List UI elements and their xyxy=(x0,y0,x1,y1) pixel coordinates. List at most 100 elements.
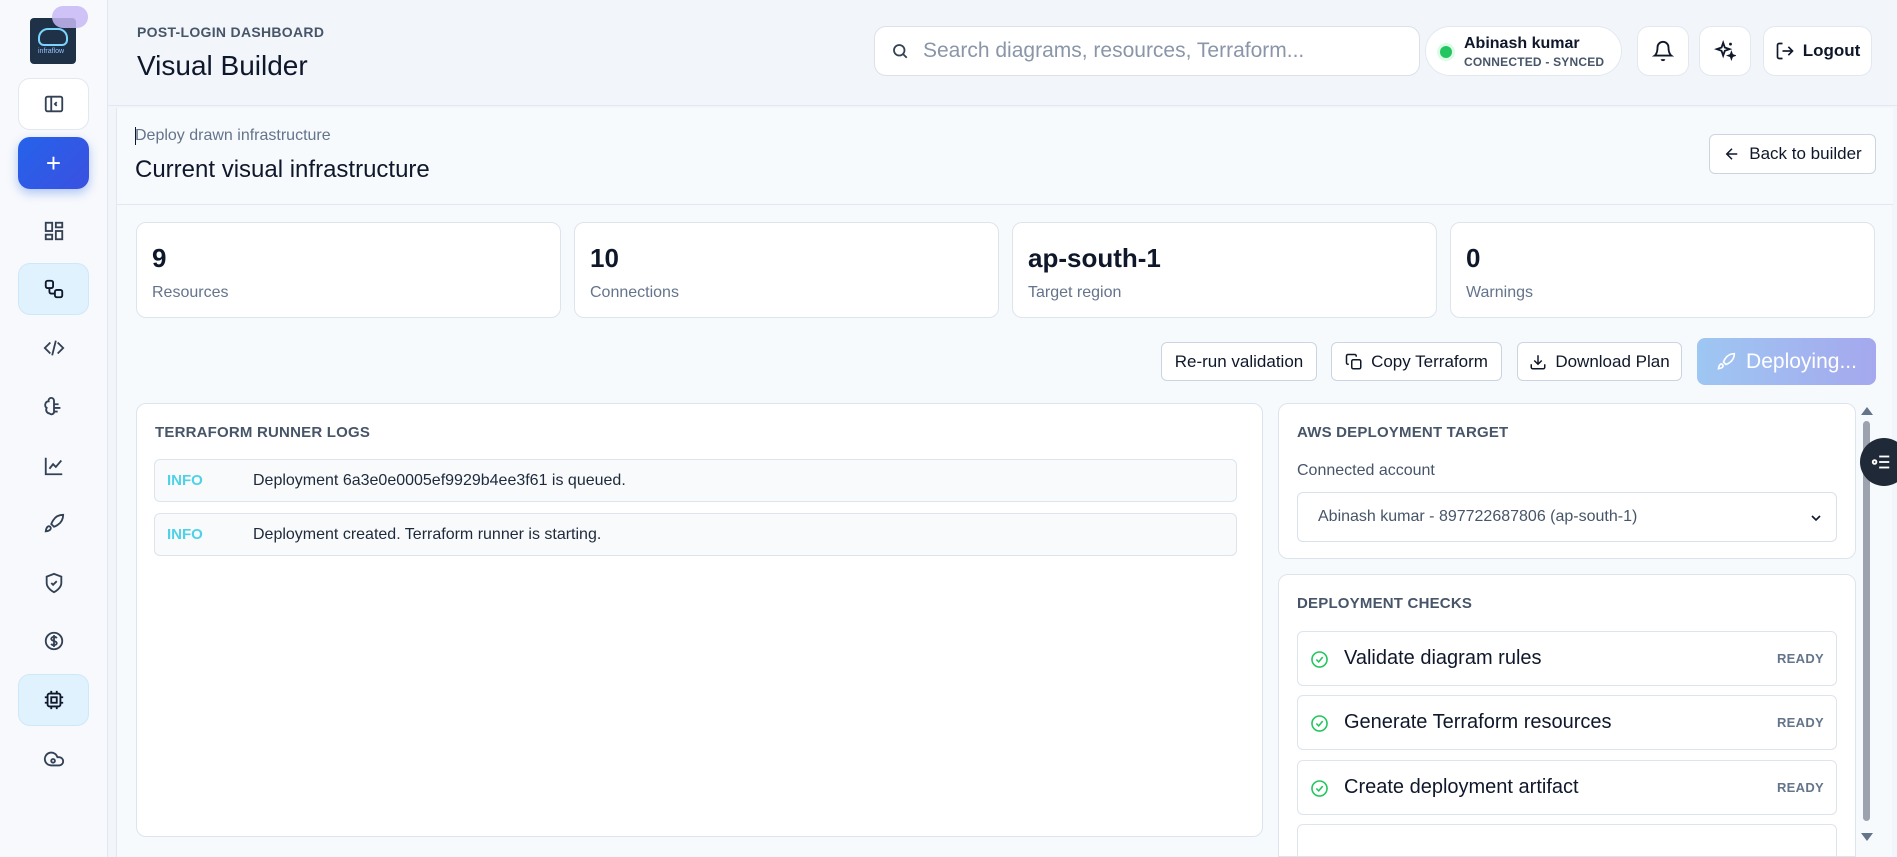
back-label: Back to builder xyxy=(1749,144,1862,163)
stat-value: 9 xyxy=(152,243,167,273)
log-message: Deployment created. Terraform runner is … xyxy=(253,526,602,543)
code-icon xyxy=(43,340,64,356)
copy-label: Copy Terraform xyxy=(1371,351,1488,371)
search-box[interactable] xyxy=(874,26,1420,76)
scroll-down-arrow[interactable] xyxy=(1861,833,1873,841)
sidebar-item-cloud-settings[interactable] xyxy=(18,733,89,785)
ai-assistant-button[interactable] xyxy=(1699,26,1751,76)
check-circle-icon xyxy=(1311,780,1328,797)
plus-icon: + xyxy=(45,148,62,178)
stat-card-connections: 10 Connections xyxy=(574,222,999,318)
stat-value: 0 xyxy=(1466,243,1481,273)
check-name: Generate Terraform resources xyxy=(1344,711,1612,733)
deploy-eyebrow: Deploy drawn infrastructure xyxy=(135,127,331,144)
checks-title: DEPLOYMENT CHECKS xyxy=(1297,595,1473,612)
stat-card-resources: 9 Resources xyxy=(136,222,561,318)
chevron-down-icon xyxy=(1811,515,1821,522)
arrow-left-icon xyxy=(1725,148,1738,160)
stat-value: ap-south-1 xyxy=(1028,243,1161,273)
rerun-label: Re-run validation xyxy=(1174,351,1304,371)
user-name: Abinash kumar xyxy=(1464,35,1580,52)
connection-status: CONNECTED - SYNCED xyxy=(1464,55,1605,69)
sidebar-item-deployments[interactable] xyxy=(18,674,89,726)
check-circle-icon xyxy=(1311,715,1328,732)
deploy-button[interactable]: Deploying... xyxy=(1697,338,1876,385)
top-header: POST-LOGIN DASHBOARD Visual Builder Abin… xyxy=(108,0,1897,106)
check-name: Validate diagram rules xyxy=(1344,647,1542,669)
check-circle-icon xyxy=(1311,651,1328,668)
log-level: INFO xyxy=(167,472,203,489)
check-status: READY xyxy=(1776,780,1824,795)
bell-icon xyxy=(1652,41,1674,62)
page-title: Visual Builder xyxy=(137,50,308,81)
check-name: Create deployment artifact xyxy=(1344,776,1579,798)
back-to-builder-button[interactable]: Back to builder xyxy=(1709,134,1876,174)
account-select[interactable]: Abinash kumar - 897722687806 (ap-south-1… xyxy=(1297,492,1837,542)
deploy-subheader: Deploy drawn infrastructure Current visu… xyxy=(117,108,1893,205)
panel-left-icon xyxy=(44,95,63,113)
sidebar-item-visual-builder[interactable] xyxy=(18,263,89,315)
workflow-icon xyxy=(44,279,63,299)
stat-card-region: ap-south-1 Target region xyxy=(1012,222,1437,318)
stat-card-warnings: 0 Warnings xyxy=(1450,222,1875,318)
brain-icon xyxy=(43,396,60,416)
cpu-icon xyxy=(44,690,63,710)
check-status: READY xyxy=(1776,715,1824,730)
deploy-panel: Deploy drawn infrastructure Current visu… xyxy=(116,108,1893,857)
connected-account-label: Connected account xyxy=(1297,462,1435,479)
check-item: Generate Terraform resources READY xyxy=(1297,695,1837,750)
logout-button[interactable]: Logout xyxy=(1763,26,1872,76)
list-settings-icon xyxy=(1871,455,1890,469)
download-plan-button[interactable]: Download Plan xyxy=(1517,342,1682,381)
aws-target-panel: AWS DEPLOYMENT TARGET Connected account … xyxy=(1278,403,1856,559)
copy-icon xyxy=(1345,353,1362,369)
rocket-icon xyxy=(44,513,64,533)
sparkles-icon xyxy=(1714,40,1736,62)
logo-badge xyxy=(52,6,88,28)
sidebar-item-analytics[interactable] xyxy=(18,440,89,492)
deploy-label: Deploying... xyxy=(1746,349,1857,373)
user-status-chip[interactable]: Abinash kumar CONNECTED - SYNCED xyxy=(1425,26,1622,76)
status-dot xyxy=(1440,46,1452,58)
grid-icon xyxy=(44,221,63,241)
deployment-checks-panel: DEPLOYMENT CHECKS Validate diagram rules… xyxy=(1278,574,1856,857)
account-select-value: Abinash kumar - 897722687806 (ap-south-1… xyxy=(1318,508,1638,525)
notifications-button[interactable] xyxy=(1637,26,1689,76)
check-item: Validate diagram rules READY xyxy=(1297,631,1837,686)
logs-title: TERRAFORM RUNNER LOGS xyxy=(155,424,371,441)
sidebar-item-security[interactable] xyxy=(18,557,89,609)
header-eyebrow: POST-LOGIN DASHBOARD xyxy=(137,24,325,40)
copy-terraform-button[interactable]: Copy Terraform xyxy=(1331,342,1502,381)
search-input[interactable] xyxy=(923,39,1403,63)
dollar-icon xyxy=(44,631,63,651)
sidebar: infraflow + xyxy=(0,0,108,857)
check-status: READY xyxy=(1776,651,1824,666)
log-message: Deployment 6a3e0e0005ef9929b4ee3f61 is q… xyxy=(253,472,626,489)
cloud-gear-icon xyxy=(43,751,64,767)
logout-icon xyxy=(1776,42,1794,60)
search-icon xyxy=(893,44,908,59)
log-row: INFO Deployment created. Terraform runne… xyxy=(154,513,1237,556)
sidebar-item-ai[interactable] xyxy=(18,381,89,433)
sidebar-item-deploy[interactable] xyxy=(18,498,89,550)
sidebar-toggle-button[interactable] xyxy=(18,78,89,130)
stat-label: Target region xyxy=(1028,284,1122,301)
logout-label: Logout xyxy=(1802,41,1861,60)
rerun-validation-button[interactable]: Re-run validation xyxy=(1161,342,1317,381)
sidebar-item-code[interactable] xyxy=(18,322,89,374)
app-logo[interactable]: infraflow xyxy=(30,6,88,64)
download-icon xyxy=(1530,354,1546,369)
sidebar-item-cost[interactable] xyxy=(18,615,89,667)
download-label: Download Plan xyxy=(1555,351,1670,371)
log-row: INFO Deployment 6a3e0e0005ef9929b4ee3f61… xyxy=(154,459,1237,502)
sidebar-item-dashboard[interactable] xyxy=(18,205,89,257)
check-item-partial xyxy=(1297,824,1837,856)
logo-text: infraflow xyxy=(38,48,65,55)
cloud-icon xyxy=(38,28,68,46)
line-chart-icon xyxy=(44,457,62,476)
shield-check-icon xyxy=(45,572,62,594)
new-diagram-button[interactable]: + xyxy=(18,137,89,189)
scroll-up-arrow[interactable] xyxy=(1861,407,1873,415)
check-item: Create deployment artifact READY xyxy=(1297,760,1837,815)
stat-label: Resources xyxy=(152,284,229,301)
